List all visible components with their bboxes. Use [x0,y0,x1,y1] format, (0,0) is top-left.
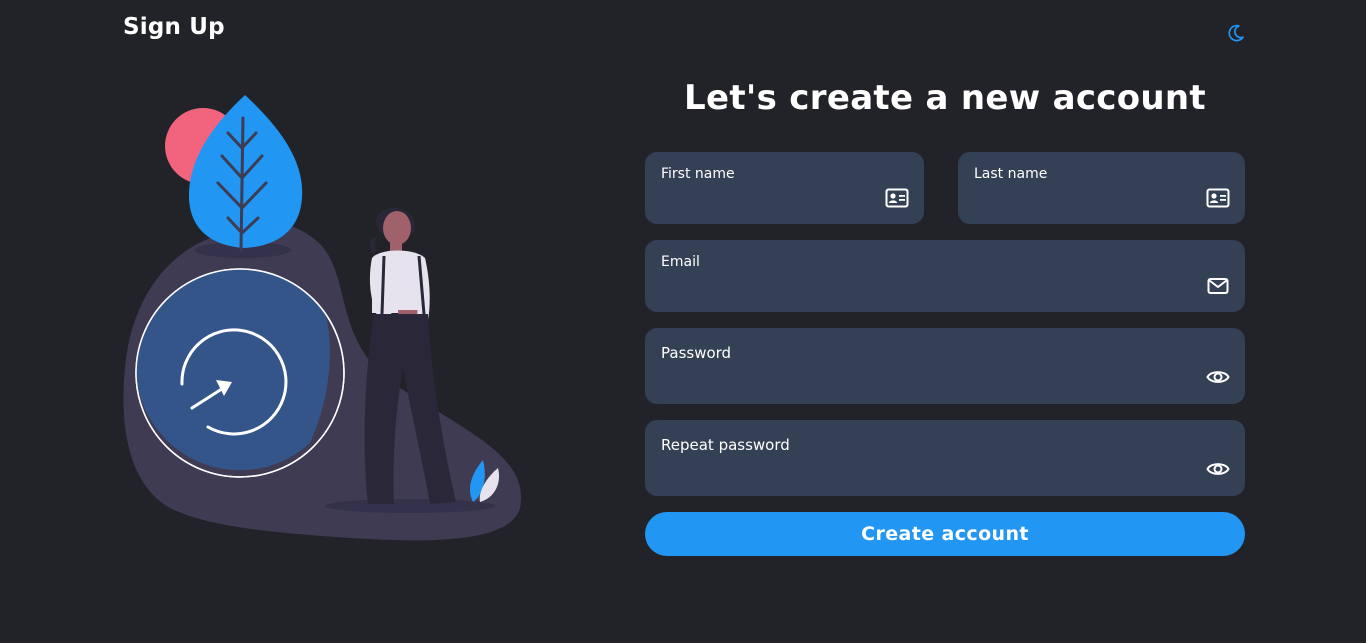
moon-icon [1228,24,1244,42]
create-account-button[interactable]: Create account [645,512,1245,556]
email-label: Email [661,254,700,270]
first-name-field[interactable]: First name [645,152,924,224]
first-name-input[interactable] [661,192,872,216]
page-title: Sign Up [123,14,225,40]
last-name-input[interactable] [974,192,1193,216]
first-name-label: First name [661,166,735,182]
email-input[interactable] [661,280,1193,304]
eye-icon[interactable] [1205,366,1231,388]
email-field[interactable]: Email [645,240,1245,312]
last-name-label: Last name [974,166,1048,182]
form-heading: Let's create a new account [684,78,1206,118]
envelope-icon [1205,275,1231,297]
repeat-password-field[interactable]: Repeat password [645,420,1245,496]
repeat-password-input[interactable] [661,464,1193,488]
signup-page: Sign Up Let's create a new account First… [0,0,1366,643]
signup-illustration [123,95,522,541]
password-field[interactable]: Password [645,328,1245,404]
eye-icon[interactable] [1205,458,1231,480]
id-card-icon [884,187,910,209]
password-label: Password [661,344,732,362]
last-name-field[interactable]: Last name [958,152,1245,224]
repeat-password-label: Repeat password [661,436,790,454]
theme-toggle-button[interactable] [1224,21,1248,45]
password-input[interactable] [661,372,1193,396]
id-card-icon [1205,187,1231,209]
